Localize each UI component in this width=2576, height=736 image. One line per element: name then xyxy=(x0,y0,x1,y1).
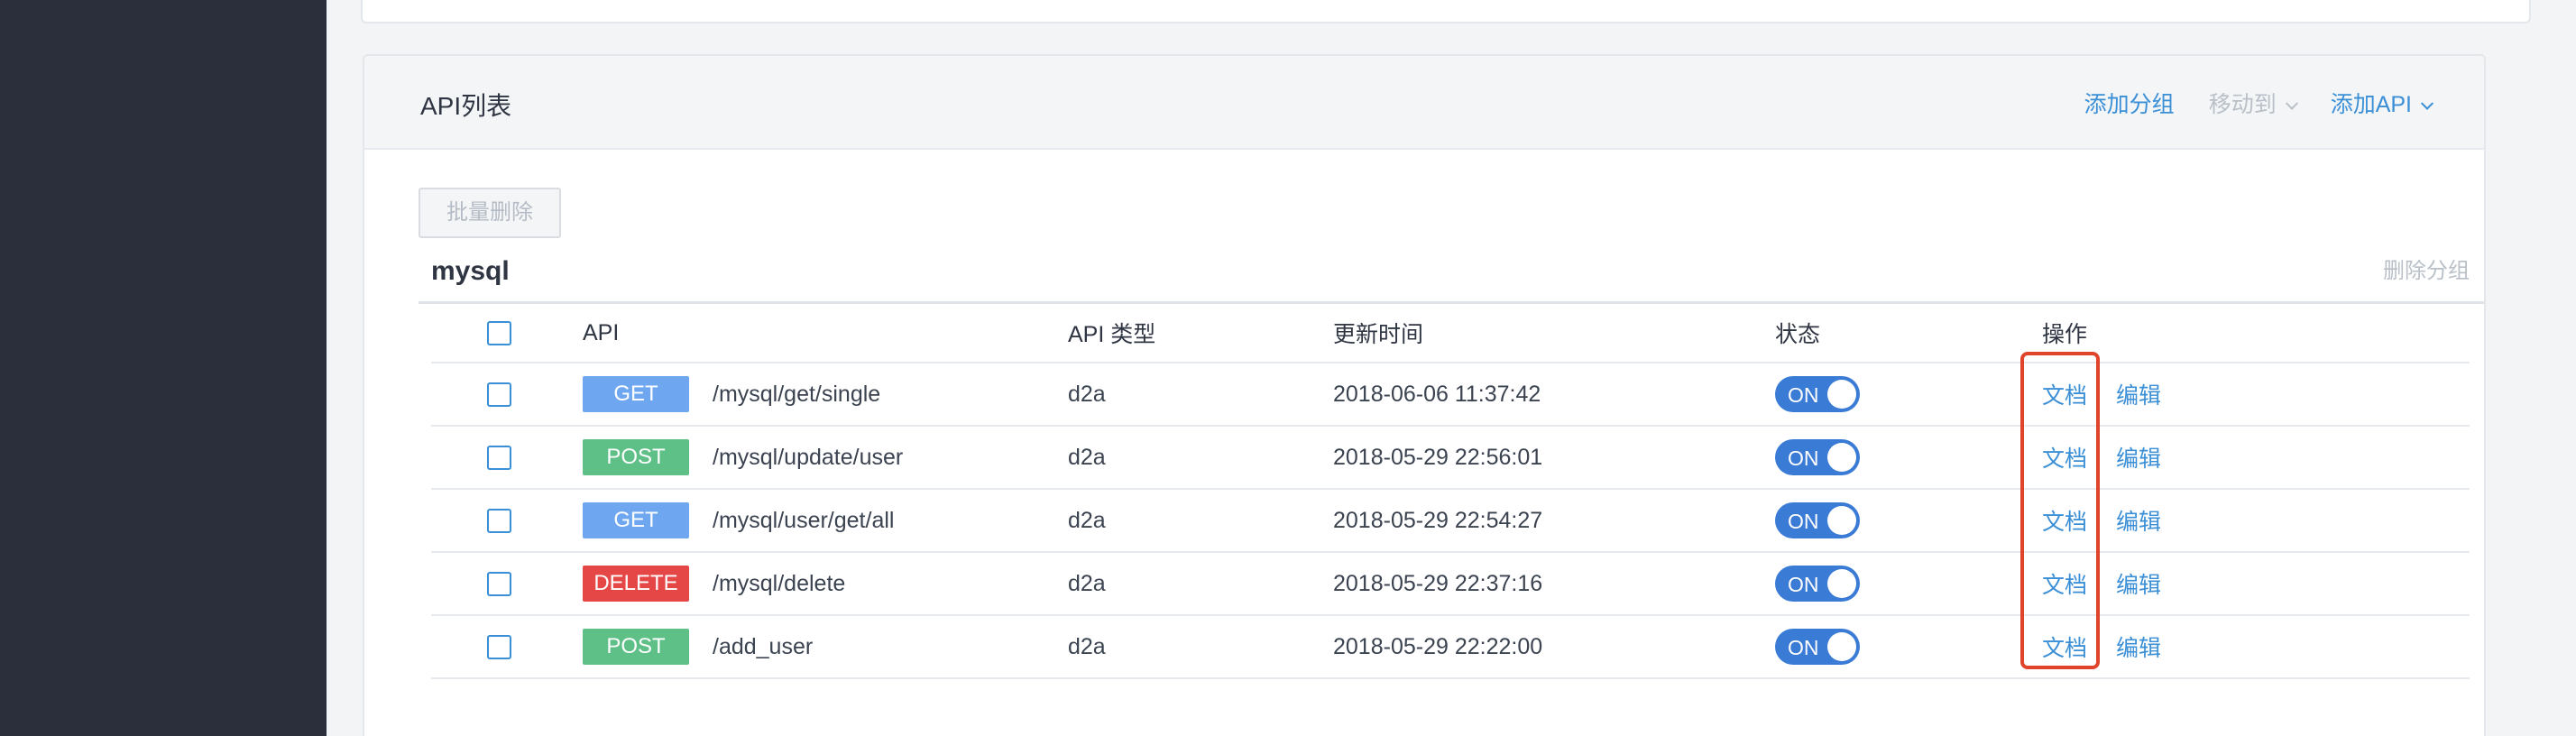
toggle-on-label: ON xyxy=(1788,636,1819,659)
batch-delete-button[interactable]: 批量删除 xyxy=(419,188,561,238)
row-checkbox[interactable] xyxy=(487,508,511,533)
edit-link[interactable]: 编辑 xyxy=(2116,630,2161,663)
table-row: DELETE /mysql/delete d2a 2018-05-29 22:3… xyxy=(431,553,2470,616)
table-row: GET /mysql/user/get/all d2a 2018-05-29 2… xyxy=(431,490,2470,553)
edit-link[interactable]: 编辑 xyxy=(2116,567,2161,600)
api-type: d2a xyxy=(1068,633,1106,659)
row-checkbox[interactable] xyxy=(487,634,511,659)
sidebar xyxy=(0,0,327,736)
add-api-label: 添加API xyxy=(2330,92,2412,117)
api-path: /mysql/user/get/all xyxy=(713,507,895,533)
method-badge: GET xyxy=(583,502,689,538)
api-path: /mysql/get/single xyxy=(713,381,881,407)
table-row: POST /add_user d2a 2018-05-29 22:22:00 O… xyxy=(431,616,2470,679)
toggle-knob xyxy=(1827,380,1856,409)
updated-time: 2018-05-29 22:56:01 xyxy=(1333,444,1543,470)
api-path: /add_user xyxy=(713,633,814,659)
toggle-knob xyxy=(1827,569,1856,598)
toggle-on-label: ON xyxy=(1788,446,1819,470)
table-header-row: API API 类型 更新时间 状态 操作 xyxy=(431,304,2470,363)
toggle-on-label: ON xyxy=(1788,573,1819,596)
header-updated: 更新时间 xyxy=(1333,322,1424,347)
add-api-dropdown[interactable]: 添加API xyxy=(2330,87,2434,119)
api-type: d2a xyxy=(1068,570,1106,596)
status-toggle[interactable]: ON xyxy=(1775,566,1860,602)
method-badge: POST xyxy=(583,439,689,475)
doc-link[interactable]: 文档 xyxy=(2042,504,2087,537)
row-checkbox[interactable] xyxy=(487,445,511,470)
header-api-type: API 类型 xyxy=(1068,322,1156,347)
updated-time: 2018-05-29 22:37:16 xyxy=(1333,570,1543,596)
toggle-on-label: ON xyxy=(1788,510,1819,533)
toggle-on-label: ON xyxy=(1788,383,1819,407)
header-actions: 添加分组 移动到 添加API xyxy=(2084,87,2434,119)
updated-time: 2018-05-29 22:22:00 xyxy=(1333,633,1543,659)
method-badge: POST xyxy=(583,629,689,665)
toggle-knob xyxy=(1827,443,1856,472)
edit-link[interactable]: 编辑 xyxy=(2116,504,2161,537)
status-toggle[interactable]: ON xyxy=(1775,439,1860,475)
updated-time: 2018-05-29 22:54:27 xyxy=(1333,507,1543,533)
table-row: POST /mysql/update/user d2a 2018-05-29 2… xyxy=(431,427,2470,490)
top-card xyxy=(361,0,2531,23)
move-to-dropdown[interactable]: 移动到 xyxy=(2208,87,2298,119)
row-checkbox[interactable] xyxy=(487,382,511,407)
status-toggle[interactable]: ON xyxy=(1775,629,1860,665)
api-path: /mysql/delete xyxy=(713,570,846,596)
row-checkbox[interactable] xyxy=(487,571,511,596)
move-to-label: 移动到 xyxy=(2208,92,2277,117)
panel-header: API列表 添加分组 移动到 添加API xyxy=(364,56,2484,150)
delete-group-link[interactable]: 删除分组 xyxy=(2383,253,2470,284)
api-table: API API 类型 更新时间 状态 操作 GET /mysql/get/sin… xyxy=(431,304,2470,679)
toggle-knob xyxy=(1827,506,1856,535)
chevron-down-icon xyxy=(2285,97,2298,110)
edit-link[interactable]: 编辑 xyxy=(2116,378,2161,410)
api-list-panel: API列表 添加分组 移动到 添加API 批量删除 mysql 删除分组 API… xyxy=(363,54,2486,736)
group-name: mysql xyxy=(431,256,510,286)
updated-time: 2018-06-06 11:37:42 xyxy=(1333,381,1541,407)
header-api: API xyxy=(583,319,620,345)
api-type: d2a xyxy=(1068,507,1106,533)
api-path: /mysql/update/user xyxy=(713,444,904,470)
method-badge: DELETE xyxy=(583,566,689,602)
doc-link[interactable]: 文档 xyxy=(2042,567,2087,600)
header-ops: 操作 xyxy=(2042,322,2088,347)
select-all-checkbox[interactable] xyxy=(487,320,511,345)
api-type: d2a xyxy=(1068,444,1106,470)
method-badge: GET xyxy=(583,376,689,412)
chevron-down-icon xyxy=(2420,97,2434,110)
status-toggle[interactable]: ON xyxy=(1775,502,1860,538)
toggle-knob xyxy=(1827,632,1856,661)
doc-link[interactable]: 文档 xyxy=(2042,441,2087,474)
table-row: GET /mysql/get/single d2a 2018-06-06 11:… xyxy=(431,363,2470,427)
doc-link[interactable]: 文档 xyxy=(2042,378,2087,410)
api-type: d2a xyxy=(1068,381,1106,407)
panel-title: API列表 xyxy=(420,92,512,120)
status-toggle[interactable]: ON xyxy=(1775,376,1860,412)
add-group-link[interactable]: 添加分组 xyxy=(2084,87,2175,119)
doc-link[interactable]: 文档 xyxy=(2042,630,2087,663)
header-status: 状态 xyxy=(1775,322,1821,347)
edit-link[interactable]: 编辑 xyxy=(2116,441,2161,474)
